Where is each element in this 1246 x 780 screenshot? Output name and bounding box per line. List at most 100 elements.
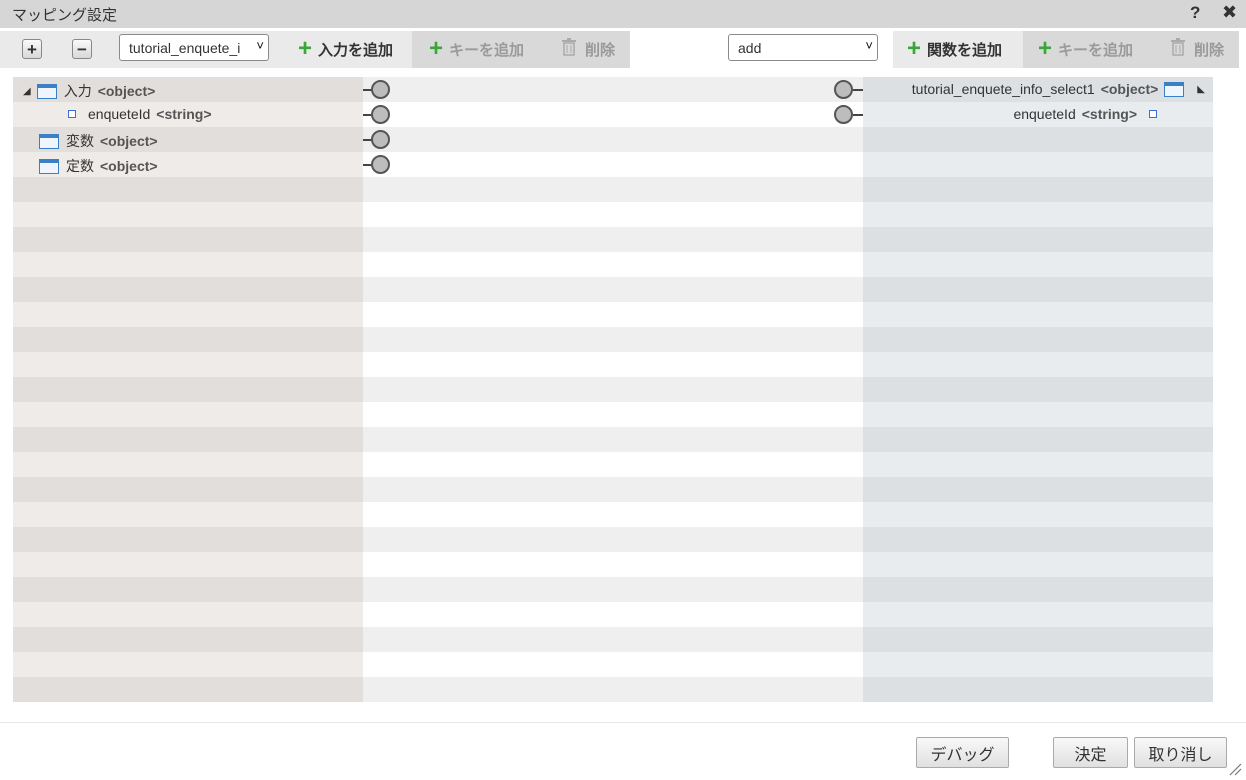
- plus-icon: +: [429, 35, 444, 62]
- left-node-variables[interactable]: 変数 <object>: [39, 131, 158, 151]
- function-select[interactable]: add ˅: [728, 34, 878, 61]
- left-node-type: <object>: [97, 83, 156, 99]
- grid-row: [13, 252, 1213, 277]
- collapse-triangle-icon[interactable]: ◣: [1197, 84, 1205, 95]
- grid-row: [13, 627, 1213, 652]
- dialog-title: マッピング設定: [12, 7, 118, 24]
- footer-divider: [0, 722, 1246, 723]
- right-node-label: tutorial_enquete_info_select1: [911, 81, 1095, 97]
- grid-row: [13, 327, 1213, 352]
- grid-row: [13, 552, 1213, 577]
- chevron-down-icon: ˅: [865, 38, 873, 53]
- mapping-cell: [363, 527, 863, 552]
- input-source-select-value: tutorial_enquete_i: [129, 40, 241, 56]
- target-cell: [863, 327, 1213, 352]
- target-cell: [863, 677, 1213, 702]
- right-node-enqueteid[interactable]: enqueteId <string>: [1013, 106, 1157, 122]
- grid-row: [13, 452, 1213, 477]
- close-icon[interactable]: ✖: [1222, 2, 1237, 23]
- grid-row: [13, 152, 1213, 177]
- grid-row: [13, 227, 1213, 252]
- source-cell: [13, 177, 363, 202]
- source-cell: [13, 427, 363, 452]
- mapping-cell: [363, 502, 863, 527]
- right-node-type: <string>: [1081, 106, 1137, 122]
- target-cell: [863, 652, 1213, 677]
- source-cell: [13, 202, 363, 227]
- string-icon: [1149, 110, 1157, 118]
- add-key-left-label: キーを追加: [449, 41, 525, 59]
- target-cell: [863, 427, 1213, 452]
- input-source-select[interactable]: tutorial_enquete_i ˅: [119, 34, 269, 61]
- right-connector-knob[interactable]: [834, 79, 863, 101]
- string-icon: [68, 110, 76, 118]
- mapping-cell: [363, 602, 863, 627]
- right-node-select1[interactable]: tutorial_enquete_info_select1 <object> ◣: [912, 81, 1205, 97]
- left-connector-knob[interactable]: [363, 104, 392, 126]
- left-connector-knob[interactable]: [363, 129, 392, 151]
- grid-row: [13, 502, 1213, 527]
- left-connector-knob[interactable]: [363, 79, 392, 101]
- add-input-button[interactable]: + 入力を追加: [298, 35, 393, 62]
- collapse-triangle-icon[interactable]: ◢: [23, 86, 31, 97]
- mapping-cell: [363, 302, 863, 327]
- add-function-button[interactable]: + 関数を追加: [907, 37, 1003, 61]
- left-node-constants[interactable]: 定数 <object>: [39, 156, 158, 176]
- mapping-cell: [363, 177, 863, 202]
- target-cell: [863, 377, 1213, 402]
- left-node-type: <object>: [100, 158, 158, 174]
- mapping-cell: [363, 652, 863, 677]
- dialog-title-bar: マッピング設定 ? ✖: [0, 0, 1246, 28]
- left-node-label: 定数: [66, 158, 94, 174]
- mapping-cell: [363, 152, 863, 177]
- source-cell: [13, 277, 363, 302]
- object-icon: [39, 133, 59, 149]
- source-cell: [13, 602, 363, 627]
- right-connector-knob[interactable]: [834, 104, 863, 126]
- left-node-label: 入力: [63, 83, 92, 99]
- mapping-cell: [363, 427, 863, 452]
- object-icon: [36, 83, 57, 99]
- target-cell: [863, 277, 1213, 302]
- mapping-cell: [363, 627, 863, 652]
- delete-right-label: 削除: [1194, 41, 1225, 59]
- target-cell: [863, 152, 1213, 177]
- source-cell: [13, 452, 363, 477]
- target-cell: [863, 352, 1213, 377]
- target-cell: [863, 227, 1213, 252]
- source-cell: [13, 652, 363, 677]
- ok-button[interactable]: 決定: [1053, 737, 1128, 768]
- add-function-label: 関数を追加: [927, 41, 1003, 59]
- add-key-left-button[interactable]: + キーを追加: [429, 35, 525, 62]
- grid-row: [13, 477, 1213, 502]
- mapping-cell: [363, 352, 863, 377]
- mapping-cell: [363, 577, 863, 602]
- target-cell: [863, 527, 1213, 552]
- left-node-input[interactable]: ◢ 入力 <object>: [23, 81, 155, 101]
- source-cell: [13, 302, 363, 327]
- mapping-cell: [363, 327, 863, 352]
- left-node-enqueteid[interactable]: enqueteId <string>: [68, 106, 212, 122]
- debug-button[interactable]: デバッグ: [916, 737, 1009, 768]
- mapping-grid: ◢ 入力 <object> enqueteId <string> 変数 <obj…: [13, 77, 1213, 702]
- left-connector-knob[interactable]: [363, 154, 392, 176]
- plus-icon: +: [1038, 35, 1053, 62]
- delete-left-label: 削除: [585, 41, 616, 59]
- source-cell: [13, 352, 363, 377]
- cancel-button[interactable]: 取り消し: [1134, 737, 1227, 768]
- expand-all-button[interactable]: +: [22, 39, 42, 59]
- collapse-all-button[interactable]: −: [72, 39, 92, 59]
- delete-right-button[interactable]: 削除: [1170, 38, 1224, 60]
- mapping-cell: [363, 77, 863, 102]
- add-key-right-button[interactable]: + キーを追加: [1038, 35, 1133, 62]
- chevron-down-icon: ˅: [256, 38, 264, 53]
- delete-left-button[interactable]: 削除: [561, 38, 615, 60]
- help-icon[interactable]: ?: [1190, 3, 1200, 23]
- mapping-cell: [363, 252, 863, 277]
- left-node-label: 変数: [66, 133, 94, 149]
- target-cell: [863, 477, 1213, 502]
- source-cell: [13, 327, 363, 352]
- plus-icon: +: [298, 35, 313, 62]
- resize-grip-icon[interactable]: [1228, 762, 1242, 776]
- mapping-cell: [363, 227, 863, 252]
